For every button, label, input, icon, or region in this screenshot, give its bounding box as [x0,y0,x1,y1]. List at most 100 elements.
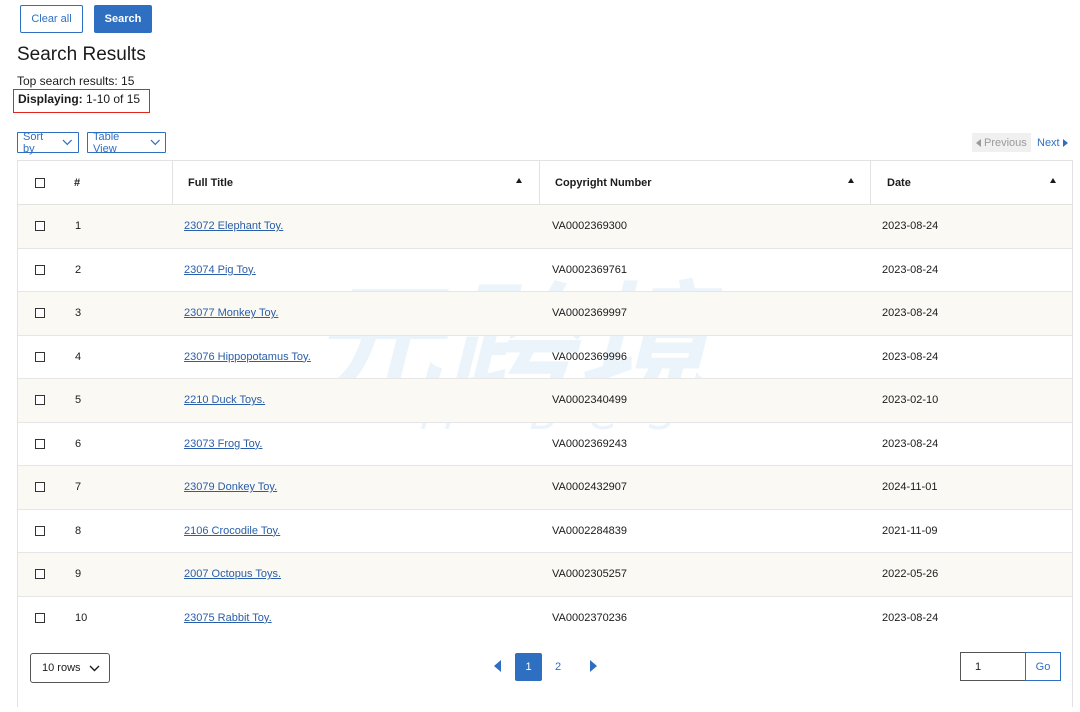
table-row: 9 2007 Octopus Toys. VA0002305257 2022-05-2… [18,553,1072,597]
table-row: 1 23072 Elephant Toy. VA0002369300 2023-08-… [18,205,1072,249]
row-date: 2023-08-24 [882,437,939,450]
row-checkbox[interactable] [35,395,45,406]
page-title: Search Results [17,44,146,65]
table-row: 5 2210 Duck Toys. VA0002340499 2023-02-10 [18,379,1072,423]
table-row: 10 23075 Rabbit Toy. VA0002370236 2023-08-2… [18,597,1072,640]
rows-per-page-dropdown[interactable]: 10 rows [30,653,110,683]
search-button[interactable]: Search [94,5,152,33]
go-button[interactable]: Go [1025,652,1061,681]
row-number: 10 [75,611,88,624]
row-title-link[interactable]: 23077 Monkey Toy. [184,292,278,335]
chevron-down-icon [150,139,160,146]
sort-by-dropdown[interactable]: Sort by [17,131,79,155]
results-table: # Full Title Copyright Number Date 1 2307… [17,160,1073,707]
row-date: 2023-08-24 [882,220,939,233]
row-number: 2 [75,263,82,276]
row-checkbox-cell [35,379,45,422]
table-row: 2 23074 Pig Toy. VA0002369761 2023-08-24 [18,249,1072,292]
page-number-input[interactable]: 1 [960,652,1026,681]
table-row: 7 23079 Donkey Toy. VA0002432907 2024-11-01 [18,466,1072,510]
row-checkbox[interactable] [35,482,45,493]
page-2-button[interactable]: 2 [555,653,561,681]
table-row: 6 23073 Frog Toy. VA0002369243 2023-08-24 [18,423,1072,466]
row-checkbox-cell [35,336,45,379]
table-row: 4 23076 Hippopotamus Toy. VA0002369996 2023… [18,336,1072,379]
row-title-link[interactable]: 2007 Octopus Toys. [184,553,281,596]
row-copyright-number: VA0002305257 [552,568,628,581]
table-view-dropdown[interactable]: Table View [87,130,166,155]
header-copyright-number[interactable]: Copyright Number [555,161,652,204]
row-copyright-number: VA0002370236 [552,611,628,624]
row-number: 7 [75,481,82,494]
row-checkbox[interactable] [35,569,45,580]
row-date: 2024-11-01 [882,481,938,494]
row-checkbox[interactable] [35,438,45,449]
top-results-count: Top search results: 15 [17,74,135,88]
displaying-label: Displaying: [18,92,83,106]
next-label: Next [1037,136,1060,149]
row-date: 2023-02-10 [882,394,939,407]
row-checkbox-cell [35,292,45,335]
row-copyright-number: VA0002369243 [552,437,628,450]
row-title-link[interactable]: 23074 Pig Toy. [184,249,256,292]
page-1-button[interactable]: 1 [515,653,542,681]
displaying-range: Displaying: 1-10 of 15 [13,89,150,113]
column-divider [539,161,540,205]
row-copyright-number: VA0002432907 [552,481,628,494]
header-full-title[interactable]: Full Title [188,161,233,204]
sort-asc-icon[interactable] [1050,178,1056,183]
previous-label: Previous [984,136,1027,149]
caret-left-icon [976,138,981,147]
displaying-value: 1-10 of 15 [82,92,141,106]
table-view-label: Table View [93,130,120,155]
chevron-down-icon [89,665,100,671]
row-checkbox[interactable] [35,221,45,232]
row-number: 5 [75,394,82,407]
previous-page-button[interactable]: Previous [972,133,1031,152]
sort-asc-icon[interactable] [516,178,522,183]
clear-all-button[interactable]: Clear all [20,5,83,33]
row-title-link[interactable]: 23072 Elephant Toy. [184,205,283,248]
table-footer: 10 rows 1 2 1 Go [18,639,1072,707]
row-title-link[interactable]: 2106 Crocodile Toy. [184,510,280,553]
row-number: 1 [75,220,82,233]
row-title-link[interactable]: 23073 Frog Toy. [184,423,262,466]
column-divider [172,161,173,205]
row-checkbox-cell [35,466,45,509]
row-checkbox-cell [35,510,45,553]
sort-asc-icon[interactable] [848,178,854,183]
chevron-down-icon [62,139,73,146]
row-checkbox[interactable] [35,612,45,623]
select-all-checkbox-cell [35,161,45,204]
row-number: 8 [75,524,82,537]
row-title-link[interactable]: 23076 Hippopotamus Toy. [184,336,311,379]
table-header: # Full Title Copyright Number Date [18,161,1072,205]
header-number: # [74,176,81,189]
row-checkbox[interactable] [35,308,45,319]
row-checkbox[interactable] [35,351,45,362]
row-copyright-number: VA0002369761 [552,263,628,276]
header-date[interactable]: Date [887,161,911,204]
row-checkbox[interactable] [35,525,45,536]
row-checkbox[interactable] [35,264,45,275]
row-title-link[interactable]: 2210 Duck Toys. [184,379,265,422]
row-checkbox-cell [35,249,45,292]
row-copyright-number: VA0002369300 [552,220,628,233]
pagination-prev-button[interactable] [494,660,501,672]
row-number: 9 [75,568,82,581]
row-date: 2023-08-24 [882,611,939,624]
row-date: 2021-11-09 [882,524,938,537]
row-title-link[interactable]: 23075 Rabbit Toy. [184,597,272,640]
caret-left-icon [494,660,501,672]
row-title-link[interactable]: 23079 Donkey Toy. [184,466,277,509]
pagination-next-button[interactable] [590,660,597,672]
select-all-checkbox[interactable] [35,177,45,188]
row-checkbox-cell [35,597,45,640]
row-copyright-number: VA0002284839 [552,524,628,537]
table-row: 3 23077 Monkey Toy. VA0002369997 2023-08-24 [18,292,1072,336]
row-date: 2022-05-26 [882,568,939,581]
row-number: 4 [75,350,82,363]
row-checkbox-cell [35,205,45,248]
next-page-button[interactable]: Next [1037,133,1068,152]
caret-right-icon [1062,138,1068,147]
